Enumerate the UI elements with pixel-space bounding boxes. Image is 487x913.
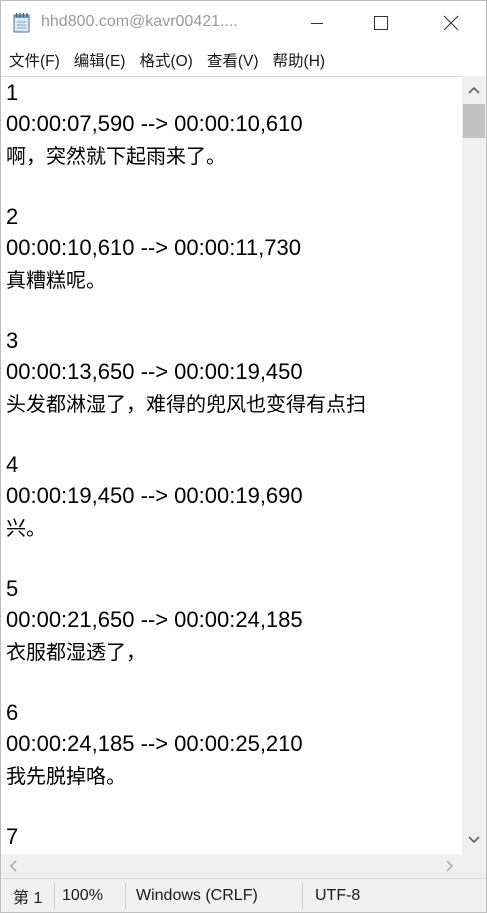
text-line: 00:00:07,590 --> 00:00:10,610 — [6, 111, 303, 136]
scroll-left-button[interactable] — [1, 854, 25, 878]
text-line: 2 — [6, 204, 19, 229]
close-button[interactable] — [428, 1, 474, 45]
menu-help[interactable]: 帮助(H) — [273, 49, 326, 71]
text-line: 我先脱掉咯。 — [6, 764, 126, 788]
menu-bar: 文件(F) 编辑(E) 格式(O) 查看(V) 帮助(H) — [1, 45, 486, 75]
maximize-button[interactable] — [358, 1, 404, 45]
text-line: 4 — [6, 452, 19, 477]
notepad-icon — [13, 12, 30, 33]
close-icon — [443, 15, 459, 31]
text-editor[interactable]: 1 00:00:07,590 --> 00:00:10,610 啊，突然就下起雨… — [1, 76, 462, 854]
text-line: 00:00:10,610 --> 00:00:11,730 — [6, 235, 302, 260]
text-line: 头发都淋湿了，难得的兜风也变得有点扫 — [6, 392, 366, 416]
text-line: 啊，突然就下起雨来了。 — [6, 144, 226, 168]
text-line: 5 — [6, 576, 19, 601]
text-line: 真糟糕呢。 — [6, 268, 106, 292]
minimize-button[interactable] — [294, 1, 340, 45]
vertical-scroll-thumb[interactable] — [463, 104, 485, 138]
status-bar: 第 1 100% Windows (CRLF) UTF-8 — [1, 878, 486, 912]
zoom-level: 100% — [62, 886, 103, 904]
notepad-window: hhd800.com@kavr00421.... 文件(F) 编辑(E) 格式(… — [0, 0, 487, 913]
scroll-right-button[interactable] — [438, 854, 462, 878]
vertical-scrollbar[interactable] — [462, 76, 486, 854]
scroll-down-button[interactable] — [462, 826, 486, 854]
chevron-left-icon — [10, 860, 17, 872]
cursor-position: 第 1 — [13, 889, 43, 907]
status-divider — [125, 883, 126, 909]
menu-format[interactable]: 格式(O) — [139, 49, 192, 71]
menu-edit[interactable]: 编辑(E) — [74, 49, 126, 71]
minimize-icon — [311, 23, 323, 24]
status-divider — [302, 883, 303, 909]
status-divider — [54, 883, 55, 909]
text-line: 00:00:13,650 --> 00:00:19,450 — [6, 359, 303, 384]
scrollbar-corner — [462, 854, 486, 878]
text-line: 7 — [6, 824, 19, 849]
encoding: UTF-8 — [315, 886, 361, 904]
title-bar[interactable]: hhd800.com@kavr00421.... — [1, 1, 486, 45]
menu-file[interactable]: 文件(F) — [9, 49, 60, 71]
text-line: 00:00:21,650 --> 00:00:24,185 — [6, 607, 303, 632]
text-line: 6 — [6, 700, 19, 725]
chevron-down-icon — [468, 836, 480, 844]
text-line: 1 — [6, 80, 19, 105]
text-line: 兴。 — [6, 516, 46, 540]
scroll-up-button[interactable] — [462, 76, 486, 104]
chevron-up-icon — [468, 86, 480, 94]
text-line: 3 — [6, 328, 19, 353]
text-line: 00:00:24,185 --> 00:00:25,210 — [6, 731, 303, 756]
text-line: 衣服都湿透了， — [6, 640, 146, 664]
window-title: hhd800.com@kavr00421.... — [41, 13, 238, 30]
chevron-right-icon — [446, 860, 453, 872]
menu-view[interactable]: 查看(V) — [207, 49, 259, 71]
horizontal-scrollbar[interactable] — [1, 854, 462, 878]
line-ending: Windows (CRLF) — [136, 886, 258, 904]
maximize-icon — [374, 16, 388, 30]
text-line: 00:00:19,450 --> 00:00:19,690 — [6, 483, 303, 508]
